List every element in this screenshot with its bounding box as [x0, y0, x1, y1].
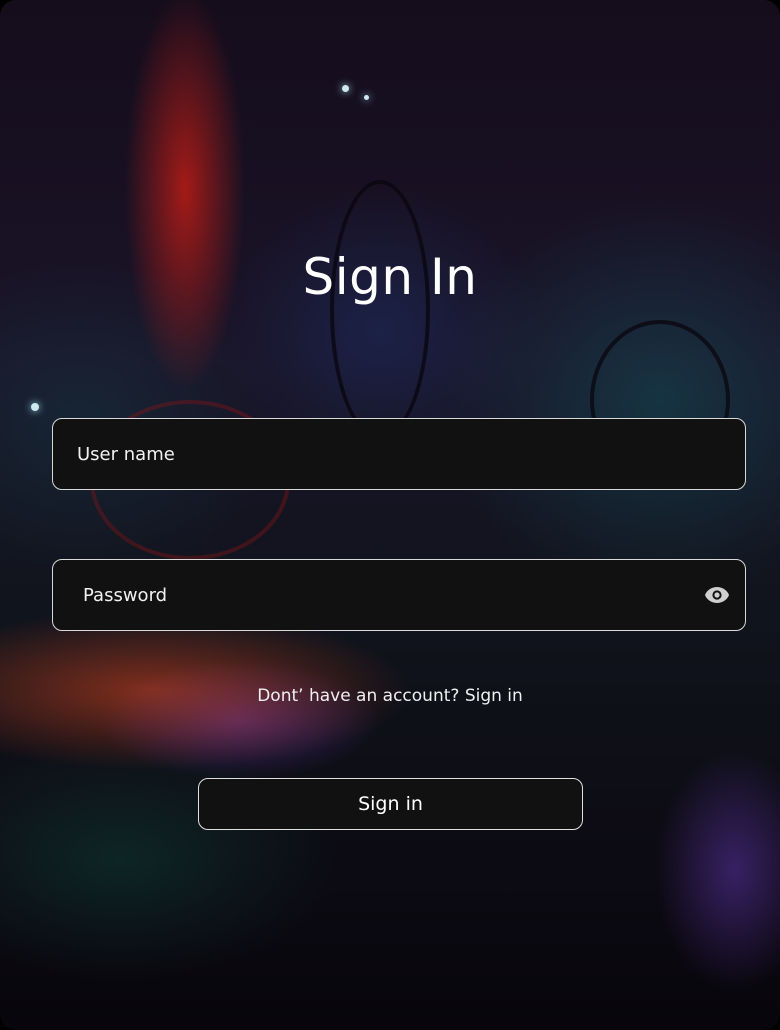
- sign-in-button[interactable]: Sign in: [198, 778, 583, 830]
- eye-icon[interactable]: [689, 560, 745, 630]
- password-field[interactable]: [52, 559, 746, 631]
- signin-link[interactable]: Sign in: [465, 686, 523, 706]
- account-prompt-text: Dont’ have an account?: [257, 686, 460, 706]
- page-title: Sign In: [302, 248, 478, 306]
- login-screen: Sign In Dont’ have an account? Sign in S…: [0, 0, 780, 1030]
- username-input[interactable]: [53, 419, 745, 489]
- account-prompt: Dont’ have an account? Sign in: [0, 686, 780, 706]
- username-field[interactable]: [52, 418, 746, 490]
- password-input[interactable]: [53, 560, 689, 630]
